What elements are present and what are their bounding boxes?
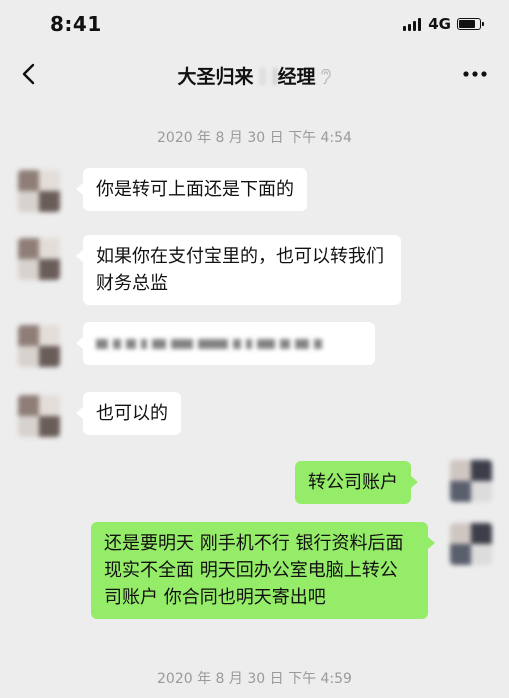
more-button[interactable] — [461, 62, 489, 86]
more-dots-icon — [463, 71, 487, 77]
chat-title: 大圣归来 经理 — [0, 62, 509, 90]
message-bubble-received[interactable]: 你是转可上面还是下面的 — [76, 168, 307, 211]
redacted-text-block — [233, 338, 241, 349]
status-bar: 8:41 4G — [0, 0, 509, 48]
avatar[interactable] — [18, 395, 60, 437]
redacted-text-block — [246, 338, 252, 349]
message-bubble-received[interactable] — [76, 322, 375, 365]
redacted-message — [96, 330, 362, 357]
message-text: 也可以的 — [96, 403, 168, 424]
avatar[interactable] — [450, 460, 492, 502]
message-timestamp: 2020 年 8 月 30 日 下午 4:54 — [157, 130, 352, 146]
status-indicators: 4G — [403, 15, 484, 33]
message-timestamp: 2020 年 8 月 30 日 下午 4:59 — [157, 671, 352, 687]
chat-title-prefix: 大圣归来 — [177, 66, 254, 88]
message-bubble-sent[interactable]: 转公司账户 — [295, 461, 418, 504]
chat-title-suffix: 经理 — [277, 66, 316, 88]
signal-bars-icon — [403, 17, 423, 31]
redacted-text-block — [280, 338, 290, 349]
battery-icon — [457, 18, 484, 30]
avatar[interactable] — [450, 523, 492, 565]
redacted-text-block — [295, 338, 309, 349]
avatar[interactable] — [18, 238, 60, 280]
message-bubble-received[interactable]: 也可以的 — [76, 392, 181, 435]
avatar[interactable] — [18, 170, 60, 212]
status-time: 8:41 — [50, 12, 102, 36]
network-type: 4G — [428, 15, 451, 33]
redacted-text-block — [141, 338, 147, 349]
message-text: 如果你在支付宝里的，也可以转我们财务总监 — [96, 246, 384, 294]
redacted-text-block — [96, 338, 108, 349]
redacted-text-block — [198, 338, 228, 349]
redacted-text-block — [113, 338, 121, 349]
message-text: 转公司账户 — [308, 472, 398, 493]
avatar[interactable] — [18, 325, 60, 367]
message-bubble-received[interactable]: 如果你在支付宝里的，也可以转我们财务总监 — [76, 235, 401, 305]
message-bubble-sent[interactable]: 还是要明天 刚手机不行 银行资料后面现实不全面 明天回办公室电脑上转公司账户 你… — [91, 522, 435, 619]
redacted-text-block — [314, 338, 322, 349]
message-text: 还是要明天 刚手机不行 银行资料后面现实不全面 明天回办公室电脑上转公司账户 你… — [104, 533, 404, 608]
redacted-name-block — [254, 68, 277, 85]
redacted-text-block — [171, 338, 193, 349]
redacted-text-block — [152, 338, 166, 349]
message-text: 你是转可上面还是下面的 — [96, 179, 294, 200]
ear-icon — [319, 68, 332, 90]
redacted-text-block — [257, 338, 275, 349]
redacted-text-block — [126, 338, 136, 349]
chat-header: 大圣归来 经理 — [0, 50, 509, 98]
